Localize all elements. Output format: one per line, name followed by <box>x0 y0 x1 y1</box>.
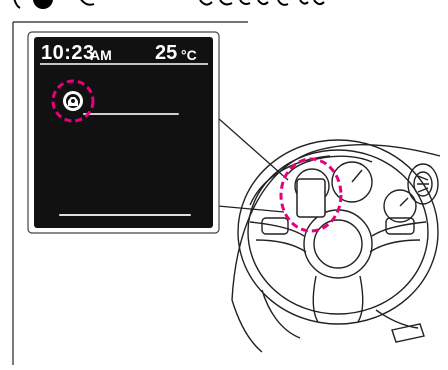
center-display <box>296 178 326 218</box>
cropped-caption <box>0 0 448 10</box>
diagram: 10:23 AM 25 °C <box>0 0 448 365</box>
driver-assist-icon <box>63 91 83 111</box>
temperature-unit: °C <box>181 47 197 63</box>
outside-temperature: 25 <box>155 42 178 64</box>
clock-time: 10:23 <box>41 42 95 64</box>
clock-period: AM <box>90 47 112 63</box>
steering-wheel-illustration <box>231 139 441 353</box>
